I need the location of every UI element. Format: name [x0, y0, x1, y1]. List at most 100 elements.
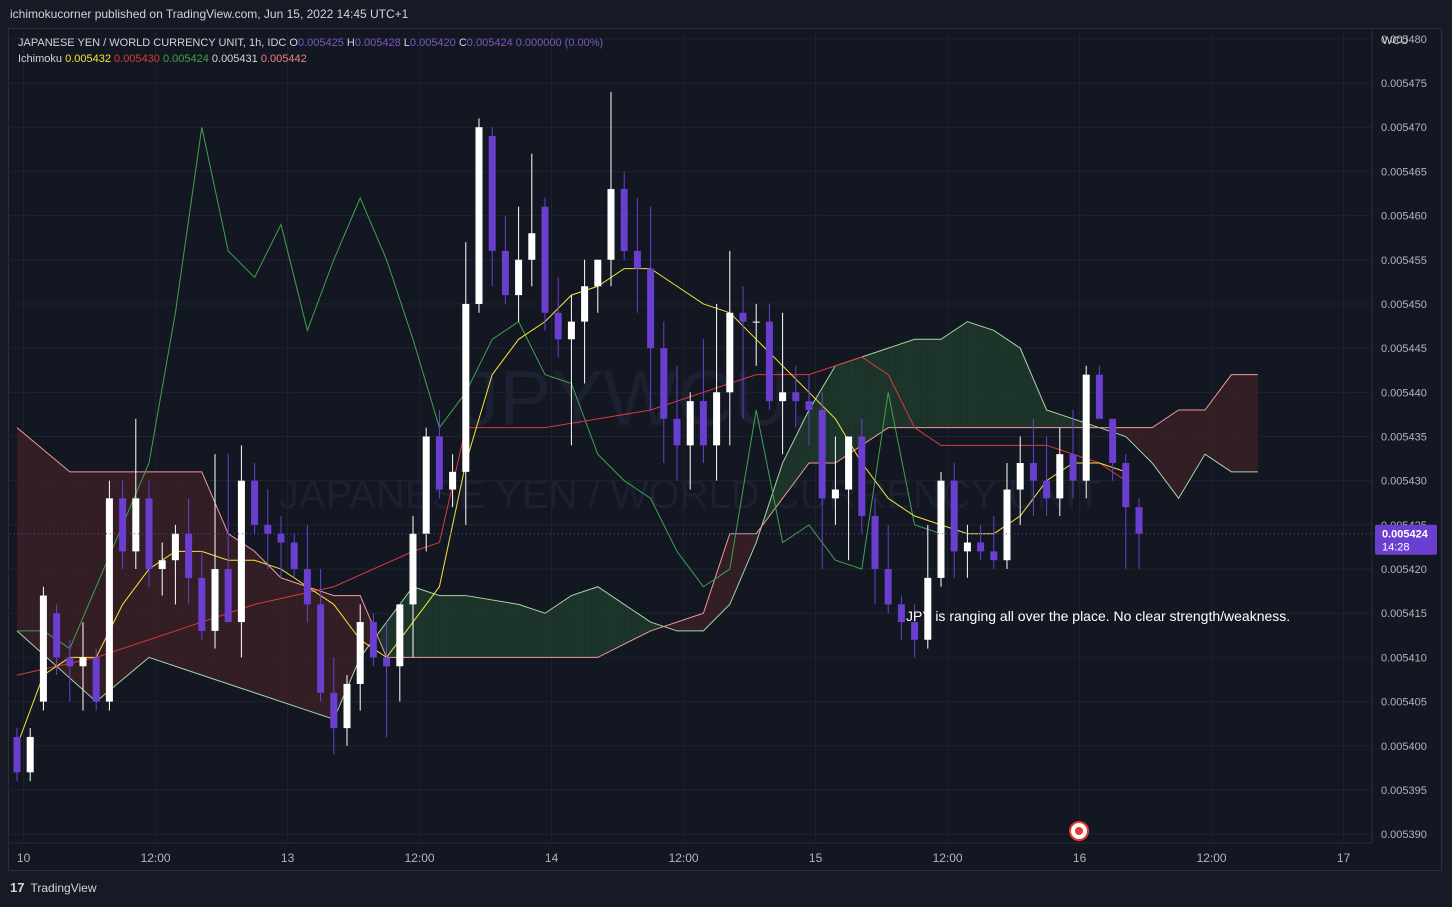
- cloud-segment-bullish: [987, 328, 994, 428]
- candle: [1109, 418, 1117, 481]
- cloud-segment-bullish: [947, 330, 955, 428]
- chart-canvas[interactable]: JPYWCU, 1hJAPANESE YEN / WORLD CURRENCY …: [0, 0, 1452, 907]
- candle-body: [1056, 454, 1064, 499]
- candle-body: [871, 516, 879, 570]
- legend-indicator-value: 0.005424: [163, 53, 212, 65]
- candle-body: [1082, 374, 1090, 481]
- price-axis[interactable]: 0.005390 0.005395 0.005400 0.005405 0.005410…: [1371, 30, 1427, 843]
- candle-body: [290, 542, 298, 570]
- cloud-segment-bearish: [168, 471, 176, 667]
- legend-l-value: 0.005420: [410, 37, 459, 49]
- cloud-segment-bullish: [584, 588, 592, 658]
- cloud-segment-bearish: [1165, 414, 1172, 490]
- candle: [541, 197, 549, 331]
- candle-body: [739, 312, 747, 322]
- cloud-segment-bearish: [1244, 374, 1252, 472]
- currency-label: WCU: [1382, 35, 1408, 47]
- candle: [501, 215, 509, 304]
- candle-body: [805, 401, 813, 410]
- candle: [554, 277, 562, 357]
- candle-body: [251, 480, 259, 525]
- cloud-segment-bullish: [380, 622, 387, 658]
- candle: [343, 675, 351, 746]
- candle-body: [686, 401, 694, 446]
- legend: JAPANESE YEN / WORLD CURRENCY UNIT, 1h, …: [18, 37, 603, 65]
- cloud-segment-bullish: [591, 586, 598, 658]
- time-axis[interactable]: 10 12:00 13 12:00 14 12:00 15 12:00 16 12:00 17: [10, 842, 1372, 865]
- cloud-segment-bullish: [472, 596, 479, 658]
- candle: [620, 171, 628, 260]
- cloud-segment-bullish: [868, 352, 875, 441]
- candle-body: [53, 613, 61, 658]
- y-tick-label: 0.005420: [1381, 564, 1427, 576]
- candle-body: [66, 657, 74, 667]
- cloud-segment-bullish: [901, 341, 908, 428]
- cloud-segment-bearish: [1238, 374, 1245, 472]
- candle-body: [990, 551, 998, 561]
- candle-body: [528, 233, 536, 260]
- candle: [594, 259, 602, 313]
- candle-body: [198, 577, 206, 631]
- cloud-segment-bullish: [855, 356, 862, 450]
- cloud-segment-bullish: [908, 339, 915, 428]
- cloud-segment-bearish: [1224, 374, 1232, 472]
- candle: [105, 480, 113, 711]
- candle-body: [779, 392, 787, 402]
- candle-body: [831, 489, 839, 499]
- cloud-segment-bullish: [538, 611, 545, 658]
- candle-body: [897, 604, 905, 623]
- cloud-segment-bearish: [248, 546, 255, 693]
- candle-body: [343, 683, 351, 729]
- candle: [39, 586, 47, 711]
- cloud-segment-bearish: [175, 471, 182, 669]
- candle-body: [119, 498, 127, 552]
- cloud-segment-bearish: [287, 580, 295, 707]
- cloud-segment-bullish: [505, 602, 512, 658]
- cloud-segment-bearish: [294, 582, 301, 709]
- cloud-segment-bullish: [597, 586, 605, 658]
- last-price-badge: 0.00542414:28: [1375, 524, 1437, 555]
- candle-body: [105, 498, 113, 702]
- y-tick-label: 0.005435: [1381, 432, 1427, 444]
- legend-o-value: 0.005425: [298, 37, 347, 49]
- cloud-segment-bullish: [630, 608, 638, 641]
- cloud-segment-bullish: [545, 608, 552, 658]
- x-tick-label: 12:00: [933, 851, 963, 865]
- candle-body: [264, 524, 272, 534]
- cloud-segment-bullish: [1000, 334, 1007, 428]
- candle-body: [237, 480, 245, 623]
- legend-c-value: 0.005424: [467, 37, 516, 49]
- candle-body: [818, 409, 826, 499]
- y-tick-label: 0.005430: [1381, 476, 1427, 488]
- x-tick-label: 15: [809, 851, 823, 865]
- candle: [528, 153, 536, 287]
- cloud-segment-bearish: [1211, 392, 1219, 464]
- cloud-segment-bearish: [1185, 409, 1192, 488]
- candle-body: [224, 569, 232, 623]
- cloud-segment-bullish: [564, 595, 572, 658]
- cloud-segment-bullish: [604, 591, 611, 655]
- cloud-segment-bearish: [1139, 427, 1146, 457]
- cloud-segment-bullish: [558, 599, 565, 658]
- candle-body: [171, 533, 179, 561]
- y-tick-label: 0.005465: [1381, 166, 1427, 178]
- cloud-segment-bullish: [518, 604, 526, 658]
- candle-body: [1069, 454, 1077, 481]
- cloud-segment-bullish: [941, 334, 948, 428]
- cloud-segment-bullish: [419, 588, 427, 658]
- tradingview-logo-icon: 17: [10, 880, 25, 895]
- candle-body: [1003, 489, 1011, 561]
- candle-body: [515, 259, 523, 296]
- candle-body: [541, 206, 549, 313]
- cloud-segment-bullish: [611, 595, 618, 651]
- event-marker-icon[interactable]: [1069, 821, 1089, 841]
- cloud-segment-bullish: [1040, 394, 1047, 428]
- cloud-segment-bullish: [934, 339, 941, 428]
- cloud-segment-bearish: [1198, 409, 1205, 466]
- cloud-segment-bearish: [17, 427, 24, 637]
- candle-body: [567, 321, 575, 340]
- y-tick-label: 0.005455: [1381, 255, 1427, 267]
- candle-body: [699, 401, 707, 446]
- cloud-segment-bullish: [386, 613, 394, 658]
- candle-body: [937, 480, 945, 578]
